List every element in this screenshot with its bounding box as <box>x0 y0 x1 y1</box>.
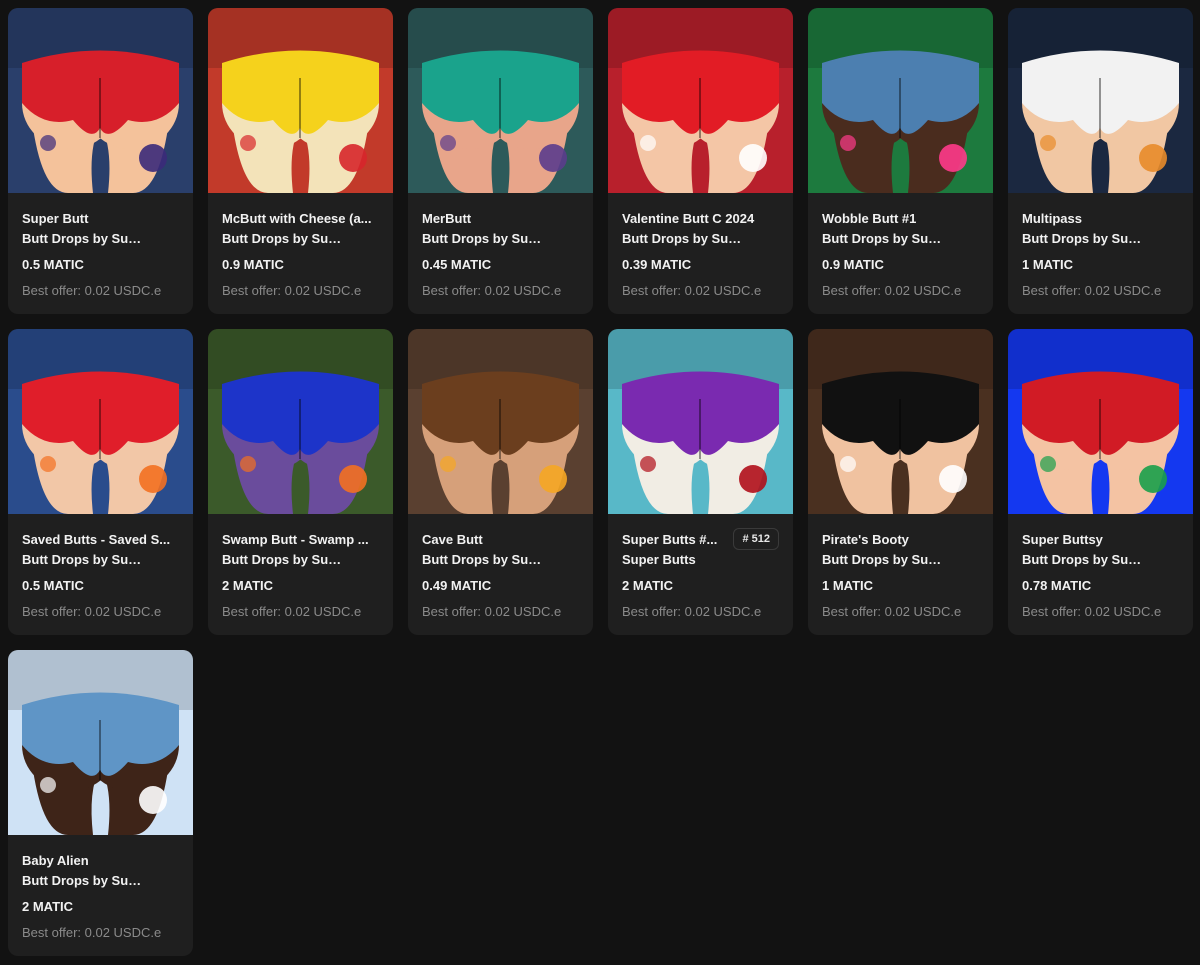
nft-artwork-image[interactable] <box>608 8 793 193</box>
nft-price: 2 MATIC <box>222 578 274 593</box>
nft-card[interactable]: Multipass Butt Drops by Sup... 1 MATIC Best… <box>1008 8 1193 314</box>
nft-card[interactable]: Super Butts #... Super Butts 2 MATIC Best o… <box>608 329 793 635</box>
nft-price: 0.9 MATIC <box>222 257 284 272</box>
nft-price: 0.45 MATIC <box>422 257 492 272</box>
nft-collection-name[interactable]: Butt Drops by Sup... <box>22 873 144 888</box>
nft-collection-name[interactable]: Super Butts <box>622 552 744 567</box>
nft-price: 0.78 MATIC <box>1022 578 1092 593</box>
nft-best-offer: Best offer: 0.02 USDC.e <box>22 604 162 619</box>
nft-price: 0.5 MATIC <box>22 578 84 593</box>
nft-artwork-image[interactable] <box>808 329 993 514</box>
nft-card[interactable]: Super Buttsy Butt Drops by Sup... 0.78 MAT… <box>1008 329 1193 635</box>
nft-card[interactable]: Pirate's Booty Butt Drops by Sup... 1 MATI… <box>808 329 993 635</box>
nft-collection-name[interactable]: Butt Drops by Sup... <box>822 552 944 567</box>
nft-card[interactable]: Swamp Butt - Swamp ... Butt Drops by Sup.… <box>208 329 393 635</box>
nft-collection-name[interactable]: Butt Drops by Sup... <box>422 231 544 246</box>
nft-price: 0.39 MATIC <box>622 257 692 272</box>
nft-title: Cave Butt <box>422 532 483 547</box>
nft-best-offer: Best offer: 0.02 USDC.e <box>822 283 962 298</box>
nft-best-offer: Best offer: 0.02 USDC.e <box>422 604 562 619</box>
nft-artwork-image[interactable] <box>408 8 593 193</box>
nft-title: MerButt <box>422 211 472 226</box>
nft-grid: Super Butt Butt Drops by Sup... 0.5 MATIC B… <box>8 8 1193 956</box>
nft-collection-name[interactable]: Butt Drops by Sup... <box>822 231 944 246</box>
nft-title: Baby Alien <box>22 853 89 868</box>
nft-best-offer: Best offer: 0.02 USDC.e <box>822 604 962 619</box>
nft-best-offer: Best offer: 0.02 USDC.e <box>622 604 762 619</box>
nft-artwork-image[interactable] <box>608 329 793 514</box>
nft-artwork-image[interactable] <box>1008 8 1193 193</box>
nft-best-offer: Best offer: 0.02 USDC.e <box>1022 604 1162 619</box>
nft-price: 2 MATIC <box>22 899 74 914</box>
nft-price: 2 MATIC <box>622 578 674 593</box>
nft-artwork-image[interactable] <box>8 8 193 193</box>
nft-title: Multipass <box>1022 211 1082 226</box>
nft-best-offer: Best offer: 0.02 USDC.e <box>422 283 562 298</box>
nft-collection-name[interactable]: Butt Drops by Sup... <box>1022 231 1144 246</box>
nft-artwork-image[interactable] <box>1008 329 1193 514</box>
nft-collection-name[interactable]: Butt Drops by Sup... <box>22 552 144 567</box>
nft-title: Super Buttsy <box>1022 532 1103 547</box>
nft-title: Valentine Butt C 2024 <box>622 211 755 226</box>
nft-card[interactable]: Wobble Butt #1 Butt Drops by Sup... 0.9 MA… <box>808 8 993 314</box>
nft-price: 0.5 MATIC <box>22 257 84 272</box>
nft-best-offer: Best offer: 0.02 USDC.e <box>22 283 162 298</box>
nft-title: Saved Butts - Saved S... <box>22 532 171 547</box>
nft-price: 1 MATIC <box>1022 257 1074 272</box>
nft-price: 1 MATIC <box>822 578 874 593</box>
nft-title: Swamp Butt - Swamp ... <box>222 532 369 547</box>
nft-collection-name[interactable]: Butt Drops by Sup... <box>222 231 344 246</box>
nft-title: Super Butts #... <box>622 532 718 547</box>
nft-price: 0.9 MATIC <box>822 257 884 272</box>
nft-title: Wobble Butt #1 <box>822 211 917 226</box>
nft-artwork-image[interactable] <box>8 329 193 514</box>
nft-title: McButt with Cheese (a... <box>222 211 372 226</box>
nft-card[interactable]: Cave Butt Butt Drops by Sup... 0.49 MATIC B… <box>408 329 593 635</box>
nft-collection-name[interactable]: Butt Drops by Sup... <box>422 552 544 567</box>
nft-artwork-image[interactable] <box>8 650 193 835</box>
nft-artwork-image[interactable] <box>208 8 393 193</box>
nft-artwork-image[interactable] <box>808 8 993 193</box>
nft-card[interactable]: Saved Butts - Saved S... Butt Drops by Su… <box>8 329 193 635</box>
nft-card[interactable]: Super Butt Butt Drops by Sup... 0.5 MATIC B… <box>8 8 193 314</box>
token-number-badge: # 512 <box>733 528 779 550</box>
nft-card[interactable]: Valentine Butt C 2024 Butt Drops by Sup..… <box>608 8 793 314</box>
nft-best-offer: Best offer: 0.02 USDC.e <box>22 925 162 940</box>
nft-title: Super Butt <box>22 211 89 226</box>
nft-best-offer: Best offer: 0.02 USDC.e <box>1022 283 1162 298</box>
nft-card[interactable]: Baby Alien Butt Drops by Sup... 2 MATIC Bes… <box>8 650 193 956</box>
nft-card[interactable]: McButt with Cheese (a... Butt Drops by Su… <box>208 8 393 314</box>
nft-collection-name[interactable]: Butt Drops by Sup... <box>1022 552 1144 567</box>
nft-card[interactable]: MerButt Butt Drops by Sup... 0.45 MATIC Bes… <box>408 8 593 314</box>
nft-collection-name[interactable]: Butt Drops by Sup... <box>622 231 744 246</box>
nft-artwork-image[interactable] <box>208 329 393 514</box>
nft-best-offer: Best offer: 0.02 USDC.e <box>222 604 362 619</box>
nft-collection-name[interactable]: Butt Drops by Sup... <box>222 552 344 567</box>
nft-best-offer: Best offer: 0.02 USDC.e <box>222 283 362 298</box>
nft-best-offer: Best offer: 0.02 USDC.e <box>622 283 762 298</box>
nft-collection-name[interactable]: Butt Drops by Sup... <box>22 231 144 246</box>
nft-title: Pirate's Booty <box>822 532 909 547</box>
nft-artwork-image[interactable] <box>408 329 593 514</box>
nft-price: 0.49 MATIC <box>422 578 492 593</box>
